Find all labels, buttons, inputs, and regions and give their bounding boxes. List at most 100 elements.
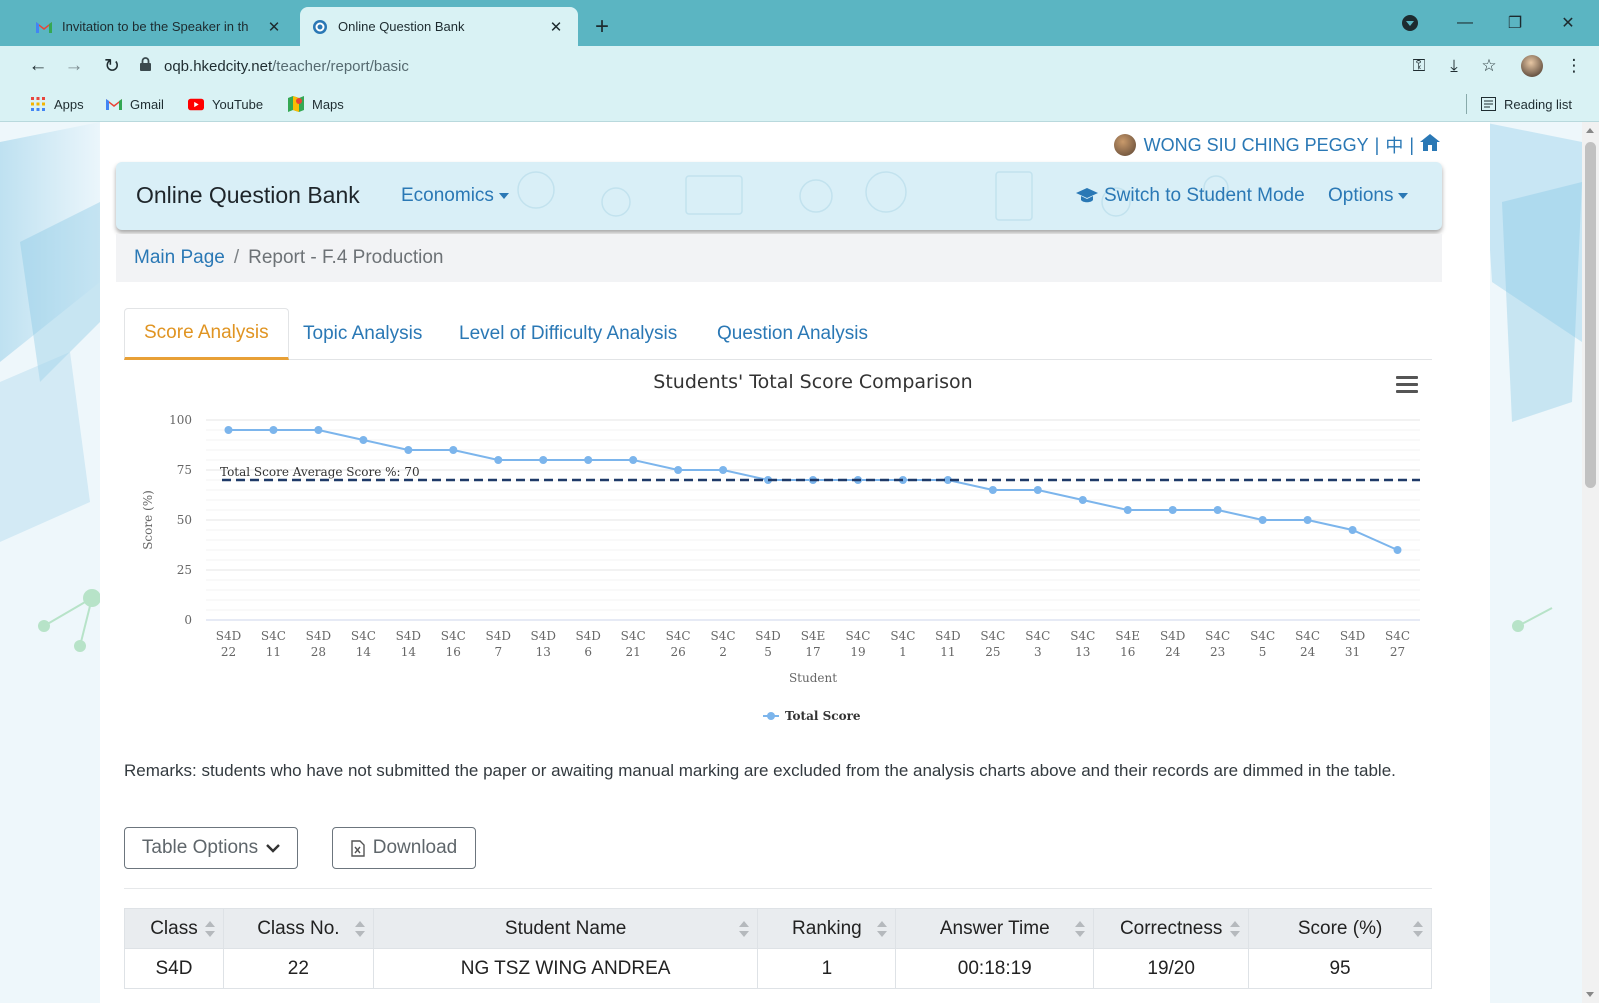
x-tick-label: S4C — [621, 629, 646, 643]
score-table: Class Class No. Student Name Ranking Ans… — [124, 908, 1432, 989]
cell-correctness: 19/20 — [1093, 948, 1250, 989]
bookmark-apps[interactable]: Apps — [30, 93, 84, 115]
column-header-answer-time[interactable]: Answer Time — [895, 908, 1095, 949]
x-tick-label: 25 — [985, 645, 1000, 659]
x-tick-label: S4D — [1340, 629, 1365, 643]
app-brand[interactable]: Online Question Bank — [136, 182, 360, 209]
download-button[interactable]: Download — [332, 827, 476, 869]
x-tick-label: 23 — [1210, 645, 1225, 659]
x-tick-label: 31 — [1345, 645, 1360, 659]
x-tick-label: 7 — [494, 645, 502, 659]
chart-svg: Students' Total Score Comparison02550751… — [141, 371, 1420, 723]
x-tick-label: S4D — [1160, 629, 1185, 643]
close-icon[interactable]: ✕ — [264, 17, 284, 37]
data-point — [1078, 496, 1087, 504]
cell-student-name: NG TSZ WING ANDREA — [372, 948, 759, 989]
x-tick-label: 21 — [626, 645, 641, 659]
chart-menu-icon[interactable] — [1396, 376, 1418, 394]
x-tick-label: 1 — [899, 645, 907, 659]
back-icon[interactable]: ← — [24, 52, 52, 80]
sort-icon — [739, 921, 750, 937]
key-icon[interactable]: ⚿ — [1405, 52, 1433, 80]
data-point — [1168, 506, 1177, 514]
chart-title: Students' Total Score Comparison — [653, 371, 972, 393]
reading-list-button[interactable]: Reading list — [1480, 93, 1572, 115]
column-header-student-name[interactable]: Student Name — [372, 908, 759, 949]
x-tick-label: 5 — [764, 645, 772, 659]
x-axis-label: Student — [789, 671, 837, 685]
bookmark-youtube[interactable]: YouTube — [188, 93, 263, 115]
scroll-down-icon[interactable] — [1586, 992, 1594, 997]
bookmark-label: Apps — [54, 96, 84, 112]
tab-difficulty-analysis[interactable]: Level of Difficulty Analysis — [440, 308, 696, 360]
x-tick-label: S4C — [441, 629, 466, 643]
sort-icon — [204, 921, 215, 937]
bookmark-label: YouTube — [212, 96, 264, 112]
subject-dropdown[interactable]: Economics — [401, 185, 509, 207]
menu-kebab-icon[interactable]: ⋮ — [1560, 52, 1588, 80]
tab-question-analysis[interactable]: Question Analysis — [698, 308, 887, 360]
data-point — [404, 446, 413, 454]
close-window-icon[interactable]: ✕ — [1548, 8, 1588, 38]
column-header-score[interactable]: Score (%) — [1248, 908, 1432, 949]
sort-icon — [354, 921, 365, 937]
youtube-icon — [188, 96, 204, 112]
divider — [124, 888, 1432, 889]
url-path: /teacher/report/basic — [272, 57, 409, 75]
install-icon[interactable]: ⤓ — [1440, 52, 1468, 80]
page-scrollbar[interactable] — [1582, 122, 1599, 1003]
minimize-icon[interactable]: — — [1445, 8, 1485, 38]
browser-tab-gmail[interactable]: Invitation to be the Speaker in th ✕ — [24, 7, 296, 46]
remarks-text: Remarks: students who have not submitted… — [124, 761, 1396, 780]
user-avatar[interactable] — [1113, 134, 1136, 156]
new-tab-button[interactable]: + — [588, 13, 616, 41]
column-header-class[interactable]: Class — [124, 908, 224, 949]
x-tick-label: 14 — [401, 645, 417, 659]
options-label: Options — [1328, 185, 1394, 206]
data-point — [359, 436, 368, 444]
restore-icon[interactable]: ❐ — [1495, 8, 1535, 38]
switch-student-mode-link[interactable]: Switch to Student Mode — [1076, 185, 1305, 207]
address-bar[interactable]: oqb.hkedcity.net/teacher/report/basic — [140, 51, 1410, 81]
home-icon[interactable] — [1420, 134, 1440, 156]
legend-marker — [767, 712, 775, 720]
x-tick-label: 22 — [221, 645, 236, 659]
x-tick-label: S4D — [935, 629, 960, 643]
data-point — [269, 426, 278, 434]
x-tick-label: S4C — [351, 629, 376, 643]
data-point — [314, 426, 323, 434]
bookmark-maps[interactable]: Maps — [288, 93, 344, 115]
reload-icon[interactable]: ↻ — [98, 52, 126, 80]
app-header: Online Question Bank Economics Switch to… — [116, 162, 1442, 230]
x-tick-label: 24 — [1300, 645, 1316, 659]
bookmark-gmail[interactable]: Gmail — [106, 93, 164, 115]
sort-icon — [1075, 921, 1086, 937]
table-row[interactable]: S4D 22 NG TSZ WING ANDREA 1 00:18:19 19/… — [124, 948, 1432, 989]
x-tick-label: 5 — [1259, 645, 1267, 659]
x-tick-label: 13 — [536, 645, 551, 659]
data-point — [719, 466, 728, 474]
scroll-up-icon[interactable] — [1586, 128, 1594, 133]
scrollbar-thumb[interactable] — [1585, 142, 1596, 488]
browser-tab-oqb[interactable]: Online Question Bank ✕ — [300, 7, 578, 46]
user-name-link[interactable]: WONG SIU CHING PEGGY — [1144, 135, 1369, 156]
table-options-button[interactable]: Table Options — [124, 827, 298, 869]
column-header-ranking[interactable]: Ranking — [757, 908, 897, 949]
tab-topic-analysis[interactable]: Topic Analysis — [284, 308, 441, 360]
profile-avatar[interactable] — [1518, 52, 1546, 80]
options-dropdown[interactable]: Options — [1328, 185, 1409, 207]
x-tick-label: 13 — [1075, 645, 1090, 659]
tab-score-analysis[interactable]: Score Analysis — [124, 308, 289, 360]
column-header-correctness[interactable]: Correctness — [1093, 908, 1250, 949]
forward-icon[interactable]: → — [60, 52, 88, 80]
x-tick-label: S4D — [396, 629, 421, 643]
column-header-class-no[interactable]: Class No. — [222, 908, 374, 949]
legend-label: Total Score — [785, 709, 861, 723]
y-tick-label: 50 — [177, 513, 192, 527]
language-toggle[interactable]: 中 — [1385, 132, 1403, 158]
url-host: oqb.hkedcity.net — [164, 57, 273, 75]
close-icon[interactable]: ✕ — [546, 17, 566, 37]
breadcrumb-main-page[interactable]: Main Page — [134, 247, 225, 269]
star-icon[interactable]: ☆ — [1475, 52, 1503, 80]
profile-dot-icon[interactable] — [1390, 8, 1430, 38]
